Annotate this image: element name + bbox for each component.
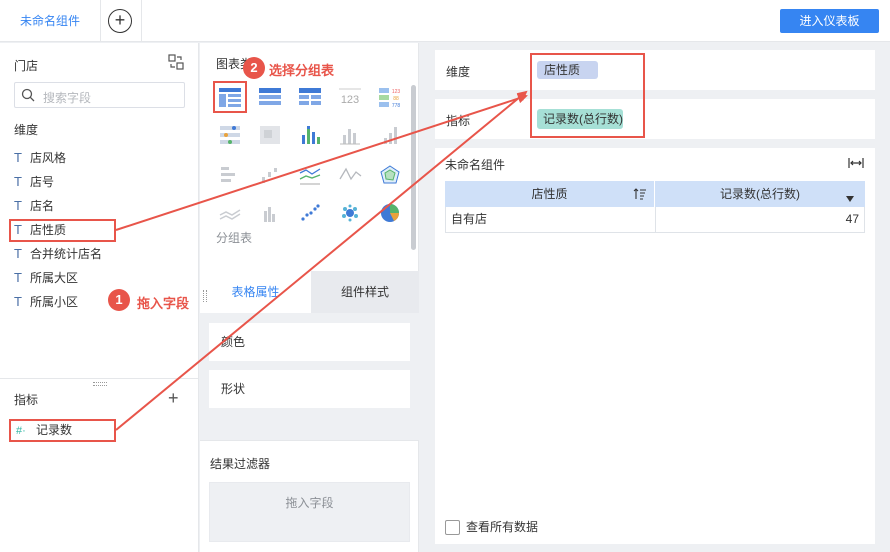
dimension-field[interactable]: T 合并统计店名: [14, 244, 102, 264]
svg-text:778: 778: [392, 103, 401, 109]
resize-handle[interactable]: [93, 382, 107, 386]
dimensions-label: 维度: [14, 123, 39, 137]
radar-chart-icon[interactable]: [376, 163, 404, 187]
checkbox[interactable]: [445, 520, 460, 536]
highlight-metric-field: [9, 419, 116, 442]
drag-handle-icon[interactable]: [203, 290, 207, 302]
panel-divider: [0, 378, 198, 379]
heatmap-icon[interactable]: [256, 123, 284, 147]
chart-list-scrollbar[interactable]: [411, 85, 416, 250]
sort-icon[interactable]: [633, 188, 647, 200]
text-type-icon: T: [14, 174, 22, 189]
table-cell: 47: [845, 212, 859, 226]
preview-table: 店性质 记录数(总行数) 自有店 47: [445, 181, 865, 233]
tab-divider: [141, 0, 142, 42]
chevron-down-icon[interactable]: [846, 191, 854, 202]
dimension-field[interactable]: T 店风格: [14, 148, 66, 168]
property-list: 颜色 形状: [200, 313, 419, 441]
tab-component[interactable]: 未命名组件: [0, 0, 101, 42]
property-color[interactable]: 颜色: [209, 323, 410, 361]
ascending-bar-icon[interactable]: [376, 123, 404, 147]
dimension-field[interactable]: T 所属小区: [14, 292, 78, 312]
chart-type-panel: 图表类 123 123 88 778 分组表 表格属性 组件样式 颜色 形状 结…: [200, 43, 419, 552]
dimension-shelf-label: 维度: [446, 65, 471, 79]
column-header[interactable]: 店性质: [445, 181, 654, 207]
waterfall-icon[interactable]: [256, 163, 284, 187]
filter-drop-zone[interactable]: 拖入字段: [209, 482, 410, 542]
metrics-label: 指标: [14, 393, 39, 407]
dimension-field[interactable]: T 店名: [14, 196, 54, 216]
add-tab-button[interactable]: +: [108, 9, 132, 33]
broken-line-icon[interactable]: [336, 163, 364, 187]
field-label: 所属小区: [30, 295, 79, 309]
table-cell: 自有店: [451, 212, 488, 226]
view-all-data-toggle[interactable]: 查看所有数据: [445, 518, 539, 536]
metric-shelf[interactable]: 指标 记录数(总行数): [435, 99, 875, 139]
text-type-icon: T: [14, 294, 22, 309]
metric-shelf-label: 指标: [446, 114, 471, 128]
search-placeholder: 搜索字段: [43, 91, 92, 105]
bar-horizontal-icon[interactable]: [216, 163, 244, 187]
result-filter-title: 结果过滤器: [210, 457, 271, 471]
area-chart-icon[interactable]: [216, 201, 244, 225]
text-type-icon: T: [14, 270, 22, 285]
tab-table-properties[interactable]: 表格属性: [200, 271, 311, 313]
line-chart-icon[interactable]: [296, 163, 324, 187]
expand-width-icon[interactable]: [848, 157, 864, 169]
step-2-text: 选择分组表: [269, 63, 335, 78]
property-shape[interactable]: 形状: [209, 370, 410, 408]
chart-icon-dots-bars[interactable]: [216, 123, 244, 147]
highlight-dimension-field: [9, 219, 116, 242]
field-label: 店名: [30, 199, 55, 213]
field-label: 合并统计店名: [30, 247, 103, 261]
field-label: 所属大区: [30, 271, 79, 285]
text-type-icon: T: [14, 150, 22, 165]
bubble-chart-icon[interactable]: [336, 201, 364, 225]
svg-text:123: 123: [341, 94, 359, 106]
kpi-card-icon[interactable]: 123 88 778: [376, 85, 404, 109]
step-2-badge: 2: [243, 57, 265, 79]
preview-panel: 未命名组件 店性质 记录数(总行数) 自有店 47 查看所有数据: [435, 148, 875, 544]
tab-component-style[interactable]: 组件样式: [311, 271, 419, 313]
stacked-bar-icon[interactable]: [296, 123, 324, 147]
dimension-field[interactable]: T 所属大区: [14, 268, 78, 288]
dimension-shelf[interactable]: 维度 店性质: [435, 50, 875, 90]
view-all-data-label: 查看所有数据: [466, 520, 539, 534]
step-1-text: 拖入字段: [137, 296, 190, 311]
hovered-chart-name: 分组表: [216, 231, 253, 245]
search-icon: [21, 88, 35, 102]
table-row: 自有店 47: [445, 207, 865, 233]
search-field[interactable]: 搜索字段: [14, 82, 185, 108]
filter-divider: [200, 440, 419, 441]
crosstab-icon[interactable]: [296, 85, 324, 109]
field-label: 店风格: [30, 151, 67, 165]
highlight-grouped-table: [213, 81, 247, 113]
property-tabs: 表格属性 组件样式: [200, 271, 419, 313]
kpi-number-icon[interactable]: 123: [336, 85, 364, 109]
column-separator: [655, 207, 656, 232]
top-bar: 未命名组件 + 进入仪表板: [0, 0, 890, 42]
field-label: 店号: [30, 175, 55, 189]
svg-text:123: 123: [392, 89, 401, 95]
svg-text:88: 88: [393, 96, 399, 102]
column-chart-icon[interactable]: [336, 123, 364, 147]
text-type-icon: T: [14, 246, 22, 261]
switch-dataset-icon[interactable]: [168, 54, 184, 70]
text-type-icon: T: [14, 198, 22, 213]
highlight-shelves: [530, 53, 645, 138]
preview-title: 未命名组件: [445, 158, 506, 172]
pie-chart-icon[interactable]: [376, 201, 404, 225]
step-1-badge: 1: [108, 289, 130, 311]
enter-dashboard-button[interactable]: 进入仪表板: [780, 9, 879, 33]
grouped-column-icon[interactable]: [256, 201, 284, 225]
column-header[interactable]: 记录数(总行数): [655, 181, 865, 207]
scatter-chart-icon[interactable]: [296, 201, 324, 225]
add-metric-button[interactable]: +: [168, 389, 179, 407]
dataset-title: 门店: [14, 59, 39, 73]
detail-table-icon[interactable]: [256, 85, 284, 109]
table-header: 店性质 记录数(总行数): [445, 181, 865, 207]
dimension-field[interactable]: T 店号: [14, 172, 54, 192]
